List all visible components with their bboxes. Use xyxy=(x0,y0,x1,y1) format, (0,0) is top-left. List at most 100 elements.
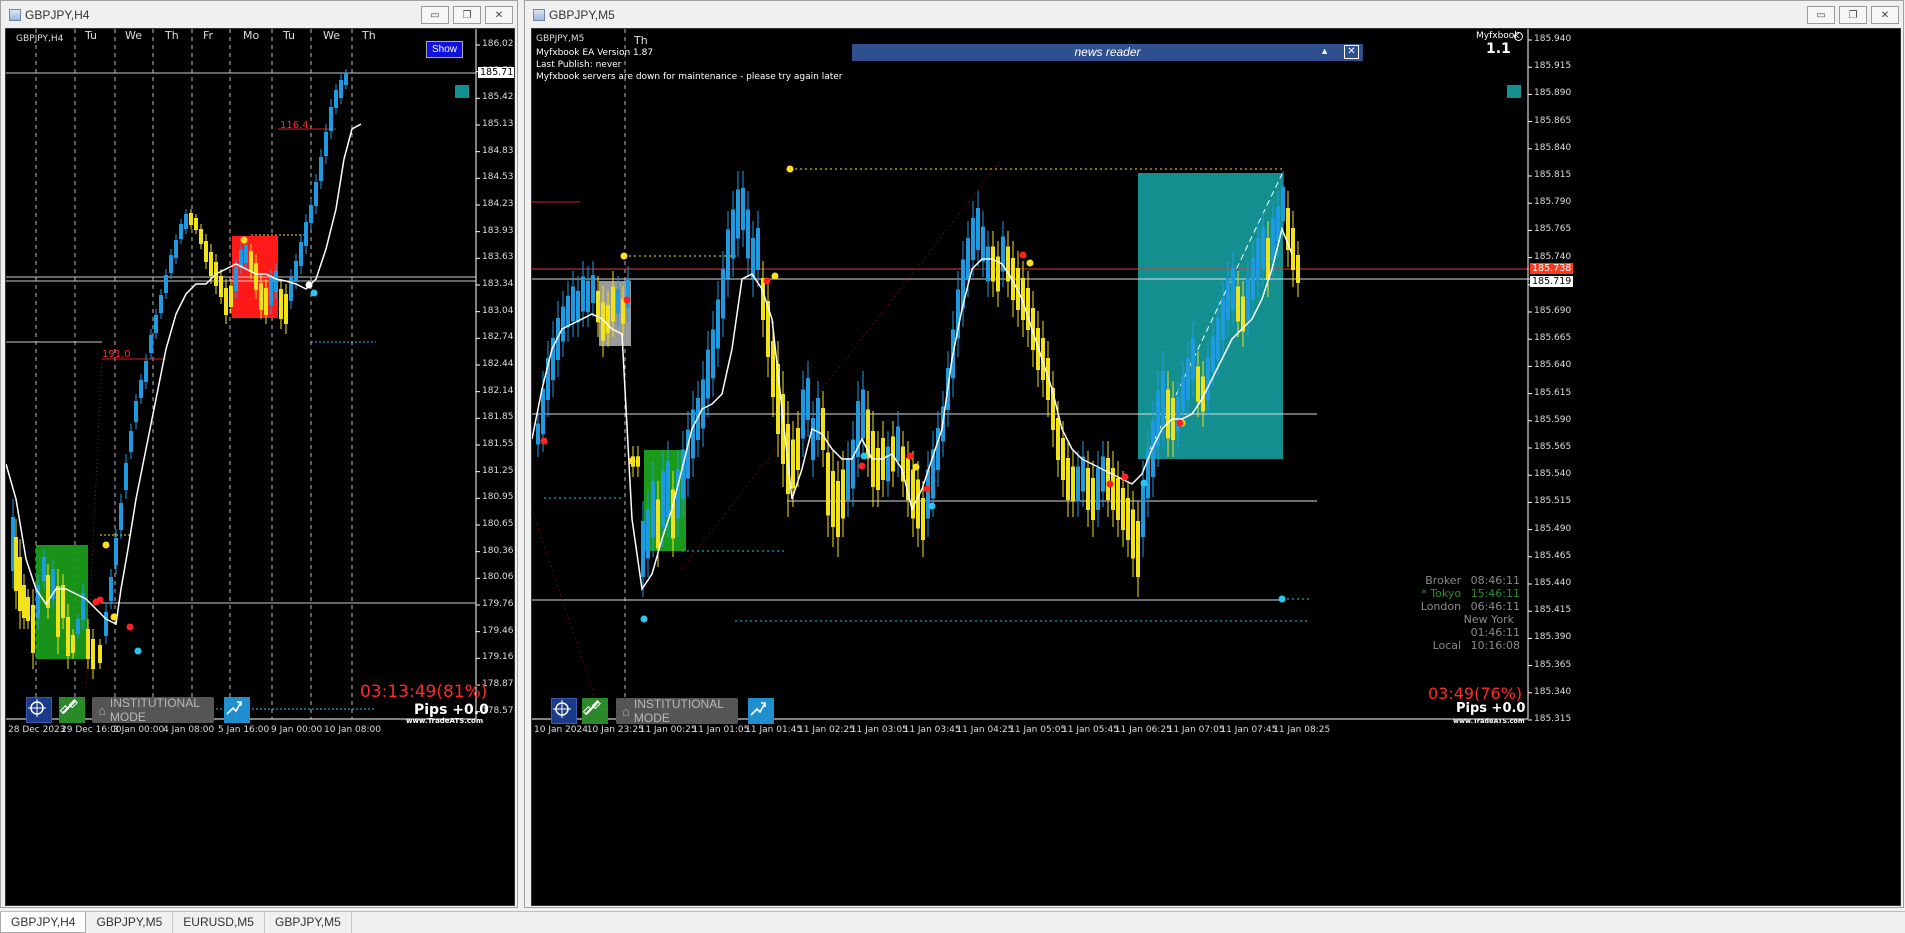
link-icon[interactable] xyxy=(59,697,85,723)
price-label: 185.590 xyxy=(1534,414,1572,425)
right-price-chart[interactable]: GBPJPY,M5 Th Myfxbook EA Version 1.87 La… xyxy=(531,28,1901,906)
close-button[interactable]: ✕ xyxy=(1871,6,1899,24)
restore-button[interactable]: ❐ xyxy=(453,6,481,24)
candle-body xyxy=(294,261,298,282)
candle-body xyxy=(831,471,835,527)
market-sessions-panel: Broker 08:46:11 * Tokyo 15:46:11 London 06… xyxy=(1420,574,1520,652)
candle-body xyxy=(269,278,273,305)
candle-body xyxy=(936,428,940,470)
candle-body xyxy=(1091,478,1095,520)
session-time: 10:16:08 xyxy=(1467,639,1520,652)
left-chart-window[interactable]: GBPJPY,H4 ▭ ❐ ✕ GBPJPY,H4 Tu We Th Fr Mo Tu We… xyxy=(0,0,518,908)
signal-marker xyxy=(1121,473,1129,481)
candle-body xyxy=(254,263,258,290)
minimize-button[interactable]: ▭ xyxy=(1807,6,1835,24)
signal-marker xyxy=(134,647,142,655)
link-icon[interactable] xyxy=(582,698,608,724)
expand-chart-icon[interactable] xyxy=(748,698,774,724)
candle-body xyxy=(1061,438,1065,480)
price-label: 185.640 xyxy=(1534,360,1572,371)
candle-body xyxy=(169,255,173,273)
price-label: 185.890 xyxy=(1534,88,1572,99)
show-button[interactable]: Show xyxy=(426,41,464,58)
minimize-button[interactable]: ▭ xyxy=(421,6,449,24)
time-label: 4 Jan 08:00 xyxy=(163,725,215,735)
candle-body xyxy=(1161,371,1165,427)
candle-body xyxy=(841,469,845,519)
session-time: 15:46:11 xyxy=(1467,587,1520,600)
candle-body xyxy=(651,481,655,537)
price-label: 183.935 xyxy=(482,225,514,236)
time-label: 11 Jan 08:25 xyxy=(1273,725,1331,735)
candle-body xyxy=(119,503,123,530)
expand-glyph xyxy=(226,701,242,715)
chart-tab[interactable]: GBPJPY,H4 xyxy=(0,912,87,933)
institutional-mode-label: INSTITUTIONAL MODE xyxy=(109,696,200,724)
candle-body xyxy=(1231,268,1235,310)
expand-chart-icon[interactable] xyxy=(224,697,250,723)
candle-body xyxy=(104,612,108,636)
candle-body xyxy=(731,209,735,259)
institutional-mode-toggle[interactable]: ⌂ INSTITUTIONAL MODE xyxy=(92,696,214,724)
chart-tab[interactable]: GBPJPY,M5 xyxy=(265,912,352,933)
candle-body xyxy=(746,209,750,259)
signal-marker xyxy=(305,281,313,289)
candle-body xyxy=(846,458,850,500)
time-label: 11 Jan 00:25 xyxy=(639,725,697,735)
candle-body xyxy=(646,509,650,559)
news-reader-bar[interactable]: news reader ▲ ✕ xyxy=(852,44,1363,61)
price-label: 185.465 xyxy=(1534,550,1572,561)
close-button[interactable]: ✕ xyxy=(485,6,513,24)
candle-body xyxy=(1116,478,1120,520)
candle-body xyxy=(986,246,990,282)
time-label: 11 Jan 03:05 xyxy=(850,725,908,735)
candle-body xyxy=(61,585,65,618)
candle-body xyxy=(234,267,238,291)
chart-tab-bar: GBPJPY,H4 GBPJPY,M5 EURUSD,M5 GBPJPY,M5 xyxy=(0,911,1905,933)
candle-body xyxy=(314,182,318,206)
price-label: 183.635 xyxy=(482,252,514,263)
news-close-icon[interactable]: ✕ xyxy=(1344,45,1359,59)
candle-body xyxy=(179,224,183,239)
session-name: New York xyxy=(1463,613,1514,626)
institutional-mode-toggle[interactable]: ⌂ INSTITUTIONAL MODE xyxy=(616,697,738,725)
candle-body xyxy=(1196,366,1200,402)
candle-body xyxy=(606,305,610,333)
candle-body xyxy=(1271,218,1275,260)
left-price-chart[interactable]: GBPJPY,H4 Tu We Th Fr Mo Tu We Th Show 186.020 1… xyxy=(5,28,515,906)
crosshair-icon[interactable] xyxy=(551,698,577,724)
link-glyph xyxy=(59,699,78,715)
price-label: 184.530 xyxy=(482,172,514,183)
price-label: 185.515 xyxy=(1534,496,1572,507)
price-label: 186.020 xyxy=(482,39,514,49)
right-bid-price-tag: 185.738 xyxy=(1530,263,1574,274)
candle-body xyxy=(129,431,133,452)
candle-body xyxy=(706,349,710,399)
signal-marker xyxy=(96,596,104,604)
candle-body xyxy=(209,252,213,276)
candle-body xyxy=(1226,278,1230,320)
candle-body xyxy=(586,280,590,313)
myfxbook-corner-label: Myfxbook xyxy=(1476,31,1520,41)
right-chart-window[interactable]: GBPJPY,M5 ▭ ❐ ✕ GBPJPY,M5 Th Myfxbook EA… xyxy=(524,0,1904,908)
price-label: 185.340 xyxy=(1534,686,1572,697)
chart-tab[interactable]: GBPJPY,M5 xyxy=(86,912,174,933)
day-label: Tu xyxy=(283,29,296,42)
collapse-icon[interactable]: ▲ xyxy=(1320,46,1329,56)
signal-marker xyxy=(623,296,631,304)
signal-marker xyxy=(126,623,134,631)
candle-body xyxy=(279,289,283,319)
time-label: 11 Jan 05:05 xyxy=(1009,725,1067,735)
restore-button[interactable]: ❐ xyxy=(1839,6,1867,24)
chart-tab[interactable]: EURUSD,M5 xyxy=(173,912,265,933)
candle-body xyxy=(1066,458,1070,500)
candle-body xyxy=(1081,456,1085,492)
crosshair-icon[interactable] xyxy=(26,697,52,723)
price-label: 185.415 xyxy=(1534,605,1572,616)
right-window-titlebar[interactable]: GBPJPY,M5 xyxy=(525,1,1903,28)
candle-body xyxy=(761,278,765,320)
signal-marker xyxy=(786,165,794,173)
day-label: Fr xyxy=(203,29,214,42)
price-label: 185.815 xyxy=(1534,170,1572,180)
signal-marker xyxy=(860,452,868,460)
